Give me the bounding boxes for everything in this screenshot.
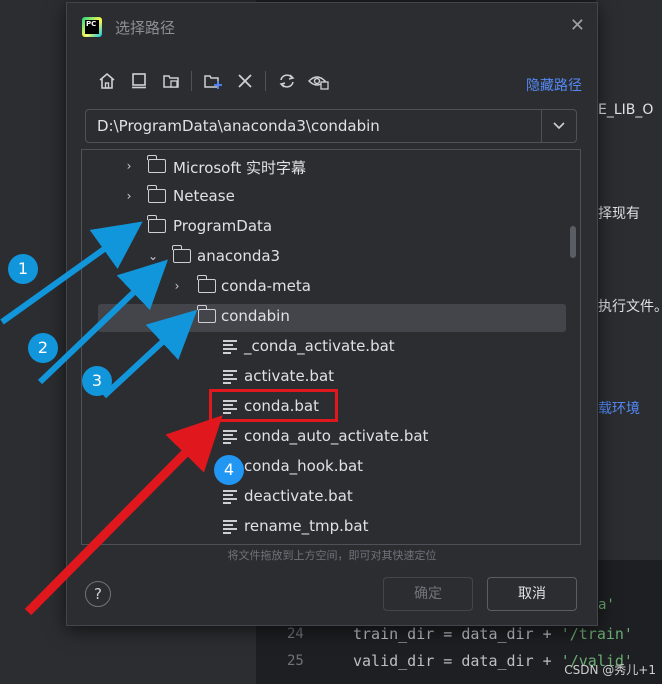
step-badge: 1 xyxy=(8,254,38,284)
highlight-box xyxy=(209,389,338,422)
watermark: CSDN @秀儿+1 xyxy=(564,663,656,677)
step-badge: 3 xyxy=(82,366,112,396)
arrow-3 xyxy=(101,309,198,399)
step-badge: 2 xyxy=(28,333,58,363)
step-badge: 4 xyxy=(214,455,244,485)
annotation-arrows xyxy=(0,221,223,616)
arrow-4 xyxy=(24,415,223,616)
